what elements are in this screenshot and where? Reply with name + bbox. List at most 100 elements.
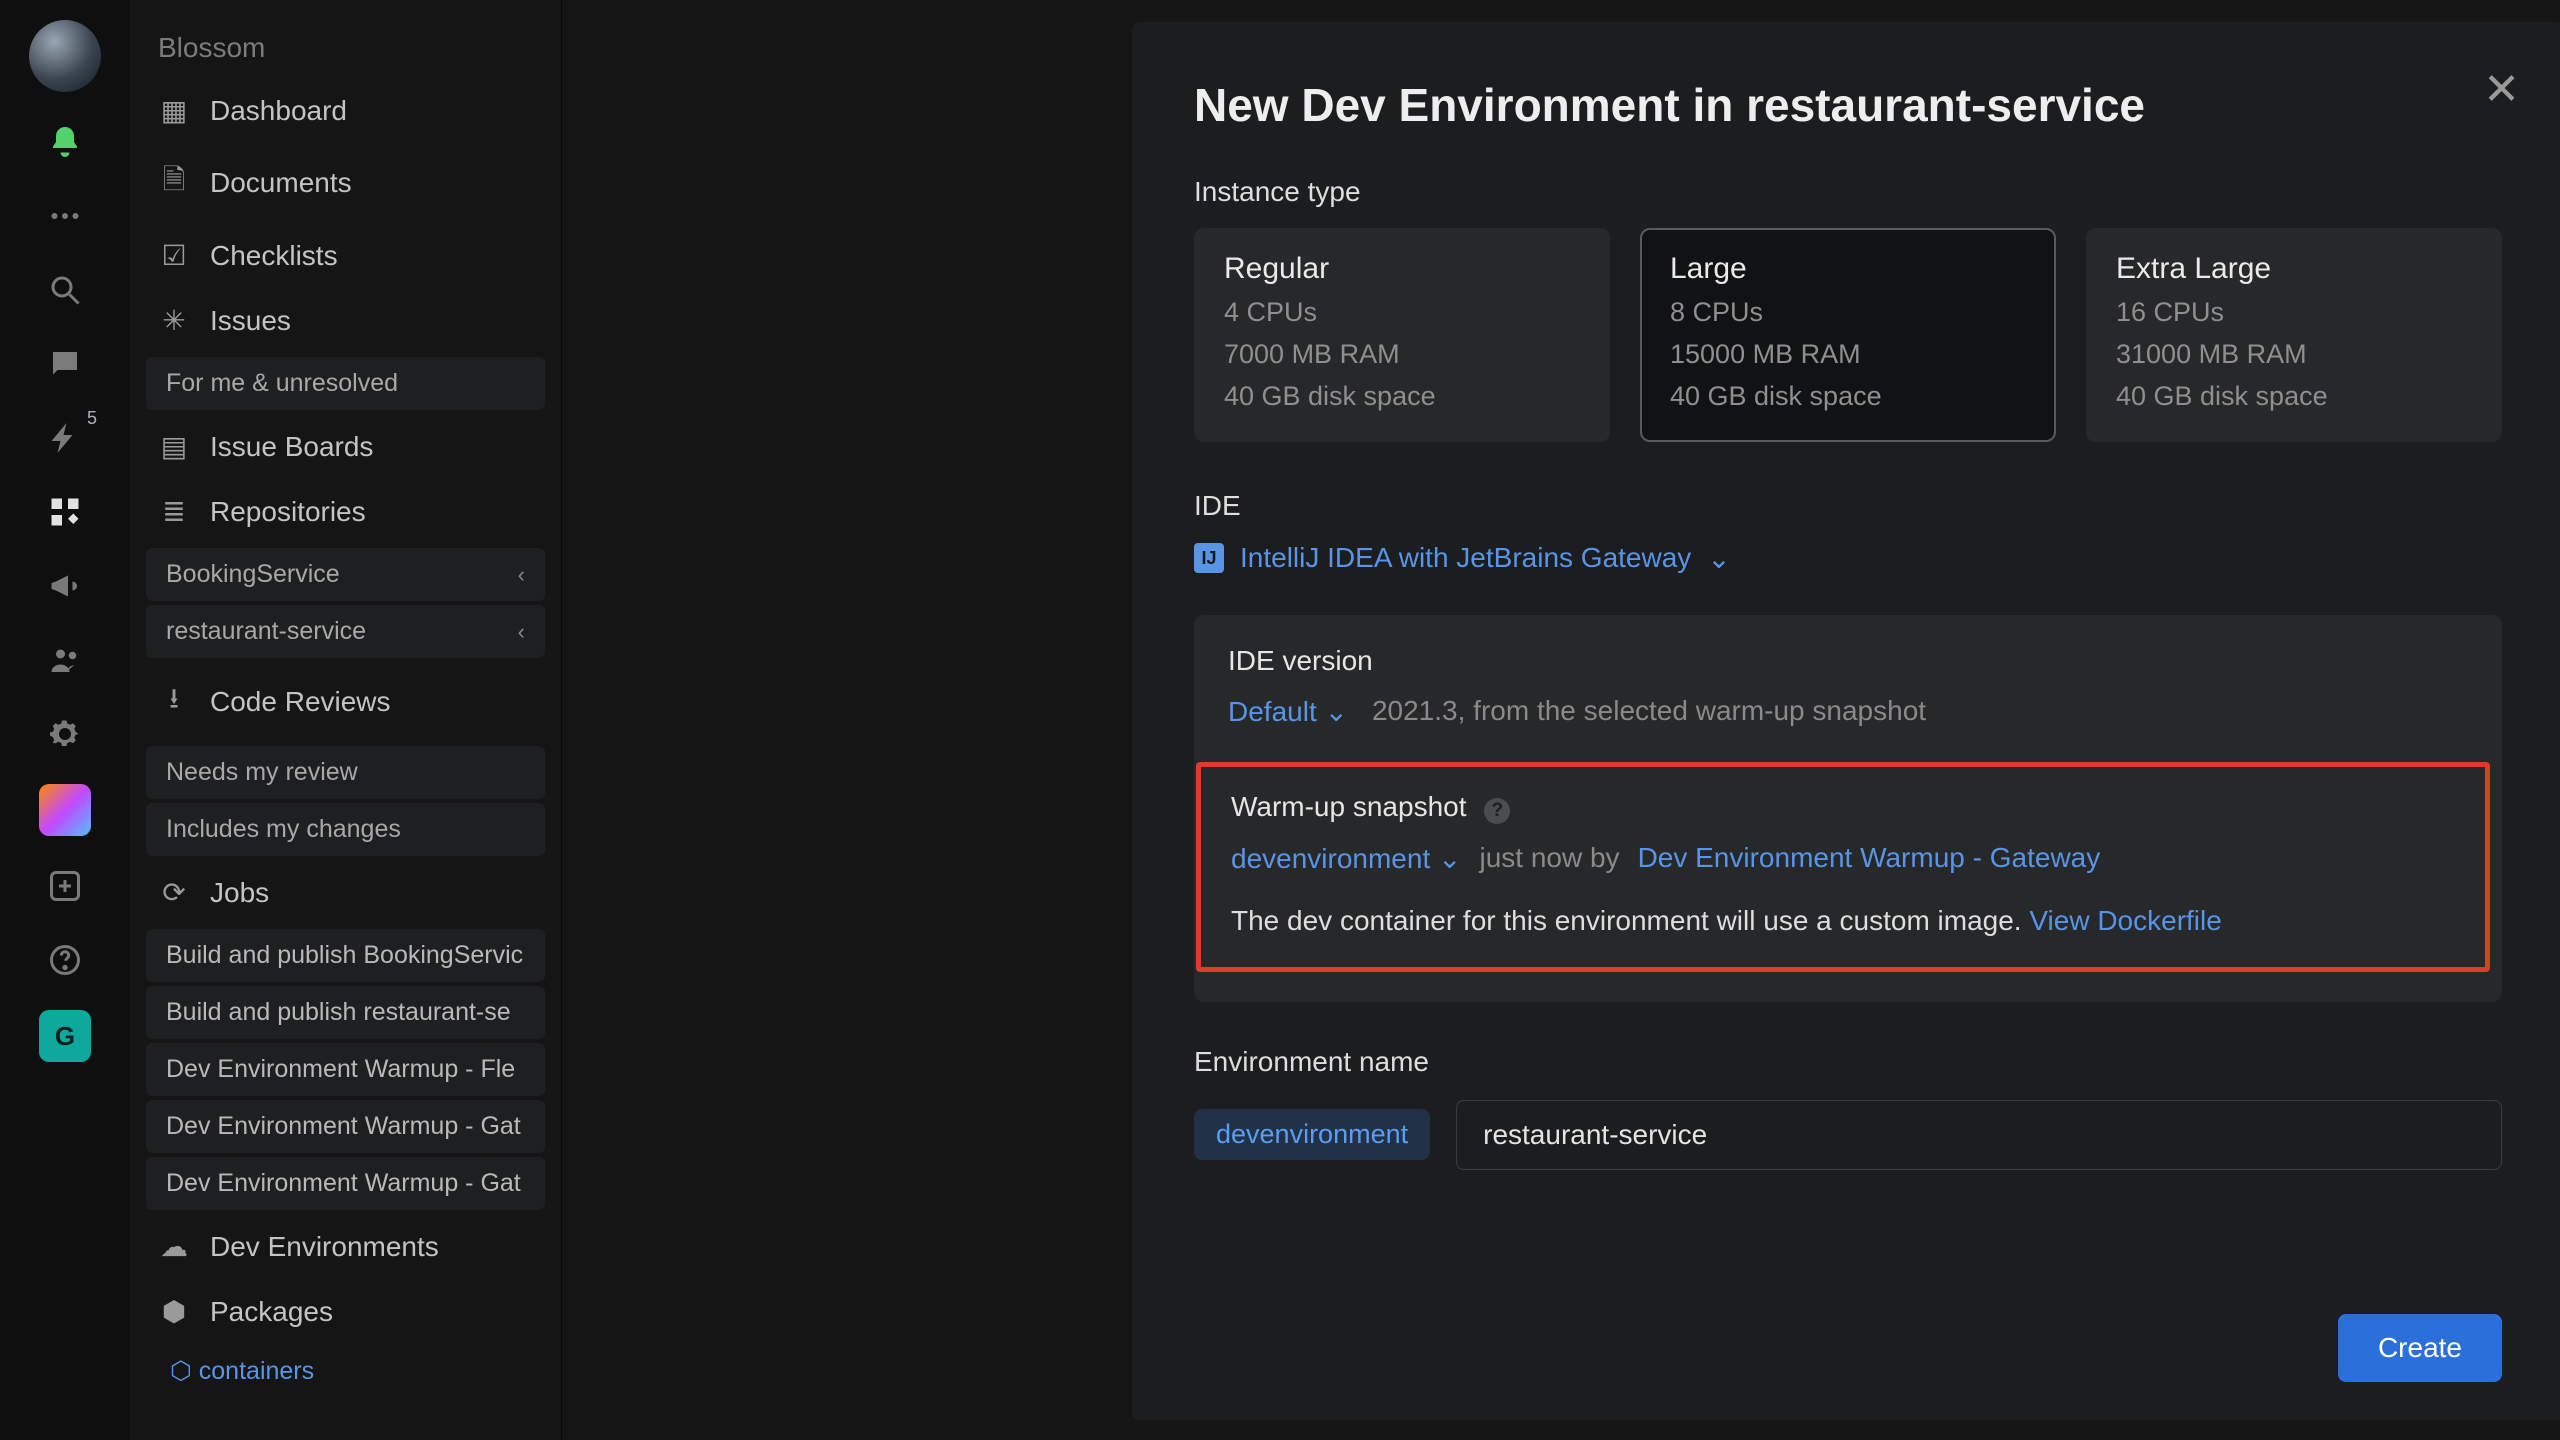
project-name[interactable]: Blossom [130,18,561,78]
help-icon[interactable]: ? [1484,798,1510,824]
sidebar-label: Issue Boards [210,431,373,463]
instance-type-label: Instance type [1194,176,2502,208]
repo-label: BookingService [166,560,340,589]
sidebar-item-checklists[interactable]: ☑ Checklists [130,223,561,288]
ide-selector[interactable]: IJ IntelliJ IDEA with JetBrains Gateway … [1194,542,2502,575]
chat-icon[interactable] [41,340,89,388]
sidebar-label: Jobs [210,877,269,909]
new-dev-env-modal: ✕ New Dev Environment in restaurant-serv… [1132,22,2560,1420]
ide-label: IDE [1194,490,2502,522]
avatar[interactable] [29,20,101,92]
card-disk: 40 GB disk space [1224,376,1580,418]
bolt-badge: 5 [87,408,97,429]
chevron-left-icon: ‹ [518,619,525,645]
ide-version-select[interactable]: Default ⌄ [1228,695,1348,728]
more-icon[interactable] [41,192,89,240]
packages-icon: ⬢ [158,1295,190,1328]
sidebar-item-issue-boards[interactable]: ▤ Issue Boards [130,414,561,479]
warmup-when: just now by [1479,842,1619,874]
boards-icon: ▤ [158,430,190,463]
ide-panel: IDE version Default ⌄ 2021.3, from the s… [1194,615,2502,1002]
view-dockerfile-link[interactable]: View Dockerfile [2029,905,2221,936]
warmup-label: Warm-up snapshot ? [1231,791,2455,824]
warmup-select[interactable]: devenvironment ⌄ [1231,842,1461,875]
card-disk: 40 GB disk space [1670,376,2026,418]
megaphone-icon[interactable] [41,562,89,610]
job-item[interactable]: Dev Environment Warmup - Gat [146,1157,545,1210]
plugin-icon[interactable] [39,784,91,836]
cloud-icon: ☁ [158,1230,190,1263]
people-icon[interactable] [41,636,89,684]
job-item[interactable]: Build and publish BookingServic [146,929,545,982]
card-disk: 40 GB disk space [2116,376,2472,418]
ide-version-label: IDE version [1228,645,2468,677]
create-button[interactable]: Create [2338,1314,2502,1382]
warmup-by-link[interactable]: Dev Environment Warmup - Gateway [1638,842,2101,874]
plugin2-icon[interactable]: G [39,1010,91,1062]
sidebar-item-packages[interactable]: ⬢ Packages [130,1279,561,1344]
card-ram: 15000 MB RAM [1670,334,2026,376]
bolt-icon[interactable]: 5 [41,414,89,462]
repo-item[interactable]: BookingService ‹ [146,548,545,601]
card-name: Extra Large [2116,252,2472,286]
card-name: Regular [1224,252,1580,286]
dashboard-icon: ▦ [158,94,190,127]
instance-cards: Regular 4 CPUs 7000 MB RAM 40 GB disk sp… [1194,228,2502,442]
env-name-label: Environment name [1194,1046,2502,1078]
intellij-icon: IJ [1194,543,1224,573]
sidebar-label: Code Reviews [210,686,391,718]
instance-card-large[interactable]: Large 8 CPUs 15000 MB RAM 40 GB disk spa… [1640,228,2056,442]
jobs-icon: ⟳ [158,876,190,909]
version-value: Default [1228,696,1317,727]
sidebar-item-issues[interactable]: ✳ Issues [130,288,561,353]
plus-box-icon[interactable] [41,862,89,910]
bell-icon[interactable] [41,118,89,166]
sidebar-label: Dev Environments [210,1231,439,1263]
job-item[interactable]: Build and publish restaurant-se [146,986,545,1039]
filter-label: Needs my review [166,758,358,787]
chevron-left-icon: ‹ [518,562,525,588]
card-name: Large [1670,252,2026,286]
warmup-highlight: Warm-up snapshot ? devenvironment ⌄ just… [1196,762,2490,972]
sidebar-item-code-reviews[interactable]: ⭳ Code Reviews [130,662,561,742]
repo-label: restaurant-service [166,617,366,646]
sidebar-item-jobs[interactable]: ⟳ Jobs [130,860,561,925]
sidebar-label: Issues [210,305,291,337]
repo-item[interactable]: restaurant-service ‹ [146,605,545,658]
env-name-input[interactable] [1456,1100,2502,1170]
env-name-section: Environment name devenvironment [1194,1046,2502,1170]
job-item[interactable]: Dev Environment Warmup - Fle [146,1043,545,1096]
sidebar-label: Documents [210,167,352,199]
issues-filter[interactable]: For me & unresolved [146,357,545,410]
instance-card-xlarge[interactable]: Extra Large 16 CPUs 31000 MB RAM 40 GB d… [2086,228,2502,442]
repos-icon: ≣ [158,495,190,528]
sidebar-item-dev-envs[interactable]: ☁ Dev Environments [130,1214,561,1279]
filter-label: For me & unresolved [166,369,398,398]
help-icon[interactable] [41,936,89,984]
card-ram: 7000 MB RAM [1224,334,1580,376]
env-tag[interactable]: devenvironment [1194,1109,1430,1160]
sidebar-item-repositories[interactable]: ≣ Repositories [130,479,561,544]
main-area: Settings Open in IDE Clone... New ▾ epen… [562,0,2560,1440]
cr-filter[interactable]: Includes my changes [146,803,545,856]
sidebar-label: Packages [210,1296,333,1328]
gear-icon[interactable] [41,710,89,758]
filter-label: Includes my changes [166,815,401,844]
containers-label: containers [199,1357,314,1385]
checklists-icon: ☑ [158,239,190,272]
version-desc: 2021.3, from the selected warm-up snapsh… [1372,695,1926,727]
apps-icon[interactable] [41,488,89,536]
job-item[interactable]: Dev Environment Warmup - Gat [146,1100,545,1153]
instance-card-regular[interactable]: Regular 4 CPUs 7000 MB RAM 40 GB disk sp… [1194,228,1610,442]
docker-text: The dev container for this environment w… [1231,905,2022,936]
sidebar-item-dashboard[interactable]: ▦ Dashboard [130,78,561,143]
search-icon[interactable] [41,266,89,314]
sidebar-label: Repositories [210,496,366,528]
package-sub[interactable]: ⬡ containers [130,1344,561,1398]
ide-name: IntelliJ IDEA with JetBrains Gateway [1240,542,1691,574]
close-icon[interactable]: ✕ [2483,68,2520,112]
sidebar-label: Checklists [210,240,338,272]
cr-filter[interactable]: Needs my review [146,746,545,799]
sidebar-item-documents[interactable]: 🗎 Documents [130,143,561,223]
warmup-value: devenvironment [1231,843,1430,874]
